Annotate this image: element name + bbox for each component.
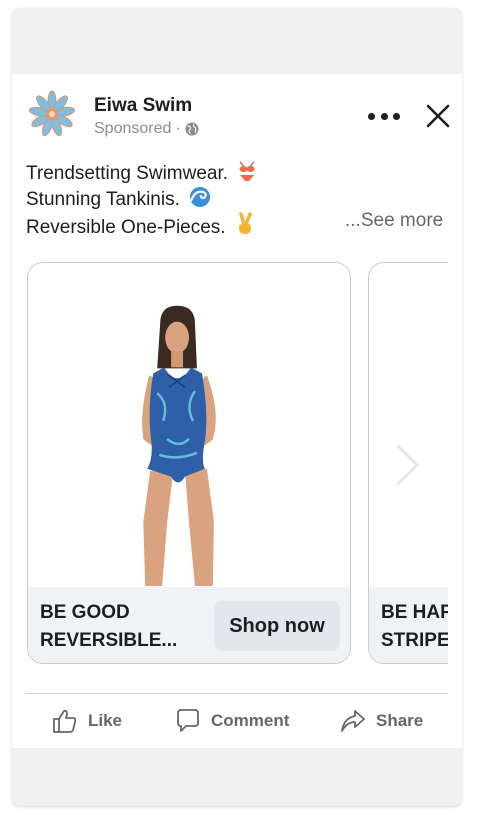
carousel-item[interactable]: BE GOOD REVERSIBLE... Shop now [27,262,351,664]
product-image[interactable] [28,263,350,587]
sponsored-post-card: Eiwa Swim Sponsored · Trendsetting Swimw… [12,74,462,748]
post-text-line: Stunning Tankinis. [26,186,257,212]
post-text-line: Trendsetting Swimwear. [26,160,257,186]
like-label: Like [88,711,123,730]
comment-label: Comment [211,711,290,730]
more-icon-dot [380,112,388,120]
more-icon [368,112,375,120]
sponsored-label: Sponsored · [94,120,199,138]
post-text: Trendsetting Swimwear. Stunning Tankinis… [26,160,257,240]
more-options-button[interactable] [368,108,400,124]
comment-icon [177,709,199,732]
like-button[interactable]: Like [52,704,122,738]
more-icon-dot [393,112,400,120]
sponsored-separator: · [175,120,181,137]
page-name[interactable]: Eiwa Swim [94,95,192,117]
share-label: Share [376,711,424,730]
shop-now-button[interactable]: Shop now [214,601,340,651]
post-text-line-1: Trendsetting Swimwear. [26,163,229,184]
product-carousel[interactable]: BE GOOD REVERSIBLE... Shop now BE HAP ST… [12,256,448,666]
post-actions: Like Comment Share [12,694,462,748]
chevron-right-icon[interactable] [393,443,421,487]
carousel-item-footer: BE GOOD REVERSIBLE... Shop now [28,587,350,663]
bikini-emoji [239,161,255,181]
product-title[interactable]: BE HAP STRIPE [381,599,448,655]
share-icon [341,710,365,732]
comment-button[interactable]: Comment [175,704,289,738]
see-more-link[interactable]: ...See more [345,210,443,232]
product-title-line-2: REVERSIBLE... [40,630,178,651]
sponsored-text: Sponsored [94,120,172,137]
product-title-line-1: BE GOOD [40,602,130,623]
post-text-line-2: Stunning Tankinis. [26,189,180,210]
carousel-item-footer: BE HAP STRIPE [369,587,448,663]
victory-emoji [238,212,252,234]
close-icon[interactable] [426,104,450,128]
avatar-logo[interactable] [28,90,76,138]
like-icon [53,709,77,733]
ad-frame: Eiwa Swim Sponsored · Trendsetting Swimw… [12,8,462,806]
share-button[interactable]: Share [340,704,423,738]
product-title-line-2: STRIPE [381,630,448,651]
globe-icon [185,122,199,136]
post-text-line-3: Reversible One-Pieces. [26,217,226,238]
product-title[interactable]: BE GOOD REVERSIBLE... [40,599,220,655]
wave-emoji [190,187,211,207]
post-text-line: Reversible One-Pieces. [26,212,257,240]
carousel-item[interactable]: BE HAP STRIPE [368,262,448,664]
product-title-line-1: BE HAP [381,602,448,623]
